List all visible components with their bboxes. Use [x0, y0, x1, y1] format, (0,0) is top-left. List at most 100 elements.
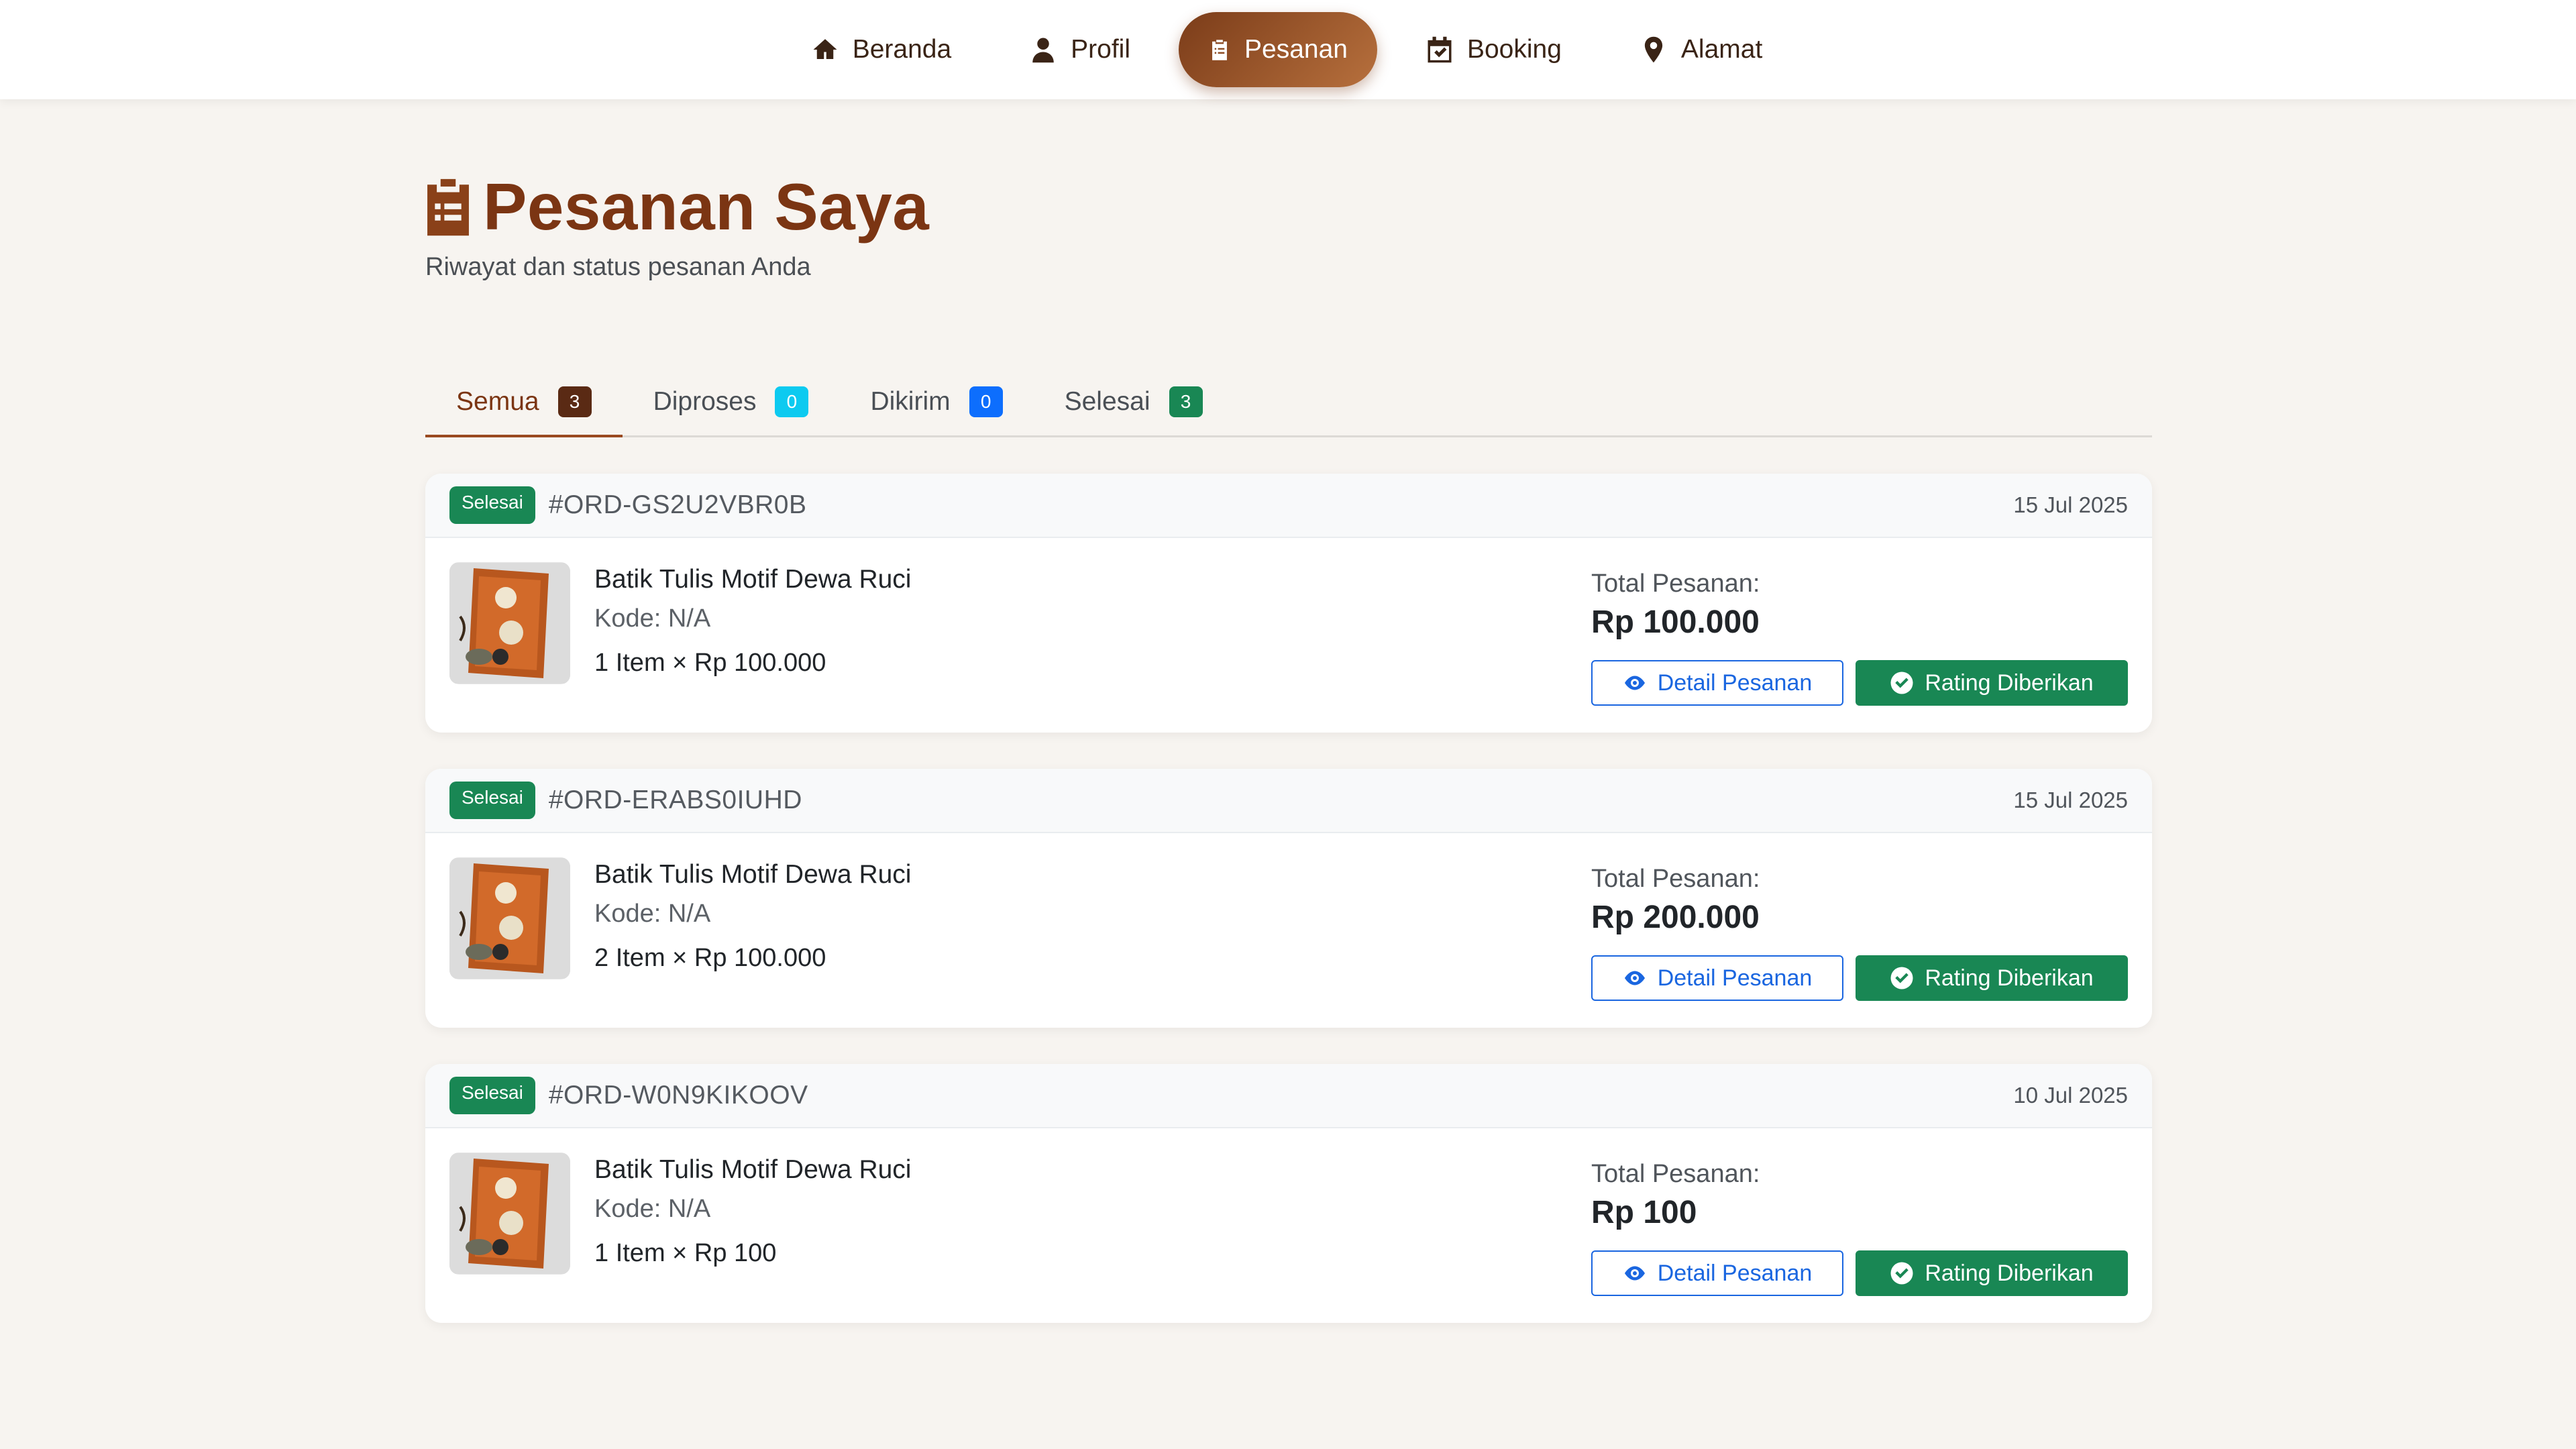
tab-dikirim[interactable]: Dikirim 0	[839, 368, 1033, 435]
rating-given-button[interactable]: Rating Diberikan	[1856, 955, 2128, 1001]
order-date: 15 Jul 2025	[2013, 788, 2128, 812]
total-label: Total Pesanan:	[1591, 570, 1760, 598]
product-info: Batik Tulis Motif Dewa Ruci Kode: N/A 1 …	[594, 562, 911, 708]
detail-order-label: Detail Pesanan	[1657, 669, 1813, 696]
order-actions: Detail Pesanan Rating Diberikan	[1591, 1250, 2128, 1296]
nav-item-booking[interactable]: Booking	[1396, 12, 1591, 87]
product-code: Kode: N/A	[594, 604, 711, 633]
detail-order-label: Detail Pesanan	[1657, 965, 1813, 991]
order-body: Batik Tulis Motif Dewa Ruci Kode: N/A 1 …	[425, 1128, 2152, 1323]
tab-count-badge: 3	[1169, 386, 1203, 417]
order-header: Selesai #ORD-GS2U2VBR0B 15 Jul 2025	[425, 474, 2152, 538]
eye-icon	[1624, 971, 1645, 985]
total-value: Rp 200.000	[1591, 900, 1760, 935]
product-name: Batik Tulis Motif Dewa Ruci	[594, 1155, 912, 1184]
order-header-left: Selesai #ORD-GS2U2VBR0B	[449, 486, 806, 524]
product-thumbnail[interactable]	[449, 562, 570, 684]
status-badge: Selesai	[449, 486, 535, 524]
total-value: Rp 100.000	[1591, 604, 1760, 640]
order-card: Selesai #ORD-W0N9KIKOOV 10 Jul 2025 Bati…	[425, 1064, 2152, 1323]
page-title: Pesanan Saya	[483, 170, 930, 244]
nav-item-alamat[interactable]: Alamat	[1610, 12, 1792, 87]
user-icon	[1032, 38, 1054, 63]
product-info: Batik Tulis Motif Dewa Ruci Kode: N/A 2 …	[594, 857, 911, 1004]
eye-icon	[1624, 676, 1645, 690]
order-id: #ORD-GS2U2VBR0B	[548, 490, 807, 519]
nav-item-beranda[interactable]: Beranda	[782, 12, 981, 87]
status-badge: Selesai	[449, 1077, 535, 1114]
order-header-left: Selesai #ORD-ERABS0IUHD	[449, 782, 802, 819]
rating-given-label: Rating Diberikan	[1925, 1260, 2094, 1286]
order-summary: Total Pesanan: Rp 200.000 Detail Pesanan…	[1591, 857, 2128, 1004]
product-thumbnail[interactable]	[449, 1152, 570, 1275]
tab-label: Selesai	[1064, 386, 1150, 416]
nav-item-label: Alamat	[1680, 35, 1763, 64]
total-label: Total Pesanan:	[1591, 1160, 1760, 1188]
clipboard-list-icon	[1212, 40, 1227, 60]
clipboard-list-icon	[427, 178, 469, 235]
rating-given-button[interactable]: Rating Diberikan	[1856, 1250, 2128, 1296]
order-date: 10 Jul 2025	[2013, 1083, 2128, 1108]
batik-product-image	[449, 1153, 570, 1274]
eye-icon	[1624, 1266, 1645, 1281]
order-product: Batik Tulis Motif Dewa Ruci Kode: N/A 2 …	[449, 857, 911, 1004]
detail-order-label: Detail Pesanan	[1657, 1260, 1813, 1286]
tab-count-badge: 0	[969, 386, 1003, 417]
detail-order-button[interactable]: Detail Pesanan	[1591, 1250, 1843, 1296]
nav-item-label: Pesanan	[1244, 35, 1348, 64]
order-product: Batik Tulis Motif Dewa Ruci Kode: N/A 1 …	[449, 562, 911, 708]
order-header: Selesai #ORD-W0N9KIKOOV 10 Jul 2025	[425, 1064, 2152, 1128]
tab-count-badge: 3	[557, 386, 592, 417]
page-subtitle: Riwayat dan status pesanan Anda	[425, 253, 811, 281]
batik-product-image	[449, 858, 570, 979]
product-quantity: 1 Item × Rp 100	[594, 1239, 777, 1267]
rating-given-label: Rating Diberikan	[1925, 669, 2094, 696]
order-actions: Detail Pesanan Rating Diberikan	[1591, 955, 2128, 1001]
tab-selesai[interactable]: Selesai 3	[1034, 368, 1234, 435]
batik-product-image	[449, 563, 570, 684]
tab-label: Dikirim	[870, 386, 951, 416]
order-summary: Total Pesanan: Rp 100.000 Detail Pesanan…	[1591, 562, 2128, 708]
product-thumbnail[interactable]	[449, 857, 570, 979]
order-summary: Total Pesanan: Rp 100 Detail Pesanan Rat…	[1591, 1152, 2128, 1299]
order-list: Selesai #ORD-GS2U2VBR0B 15 Jul 2025 Bati…	[425, 474, 2152, 1359]
tab-diproses[interactable]: Diproses 0	[623, 368, 840, 435]
order-body: Batik Tulis Motif Dewa Ruci Kode: N/A 2 …	[425, 833, 2152, 1028]
detail-order-button[interactable]: Detail Pesanan	[1591, 955, 1843, 1001]
order-body: Batik Tulis Motif Dewa Ruci Kode: N/A 1 …	[425, 538, 2152, 733]
map-pin-icon	[1644, 36, 1663, 63]
product-code: Kode: N/A	[594, 900, 711, 928]
calendar-check-icon	[1428, 36, 1452, 63]
check-circle-icon	[1890, 672, 1913, 694]
nav-item-pesanan[interactable]: Pesanan	[1179, 12, 1377, 87]
detail-order-button[interactable]: Detail Pesanan	[1591, 660, 1843, 706]
nav-item-label: Profil	[1071, 35, 1130, 64]
product-name: Batik Tulis Motif Dewa Ruci	[594, 565, 912, 594]
tab-label: Diproses	[653, 386, 757, 416]
order-card: Selesai #ORD-ERABS0IUHD 15 Jul 2025 Bati…	[425, 769, 2152, 1028]
check-circle-icon	[1890, 967, 1913, 989]
title-row: Pesanan Saya	[425, 169, 929, 245]
tab-label: Semua	[456, 386, 539, 416]
nav-item-label: Booking	[1466, 35, 1562, 64]
order-header: Selesai #ORD-ERABS0IUHD 15 Jul 2025	[425, 769, 2152, 833]
nav-items: Beranda Profil Pesanan Booking Alamat	[782, 12, 1792, 87]
total-label: Total Pesanan:	[1591, 865, 1760, 893]
nav-item-label: Beranda	[852, 35, 952, 64]
check-circle-icon	[1890, 1262, 1913, 1285]
top-navbar: Beranda Profil Pesanan Booking Alamat	[0, 0, 2576, 99]
order-id: #ORD-W0N9KIKOOV	[548, 1081, 808, 1110]
tab-count-badge: 0	[775, 386, 809, 417]
product-name: Batik Tulis Motif Dewa Ruci	[594, 860, 912, 889]
order-status-tabs: Semua 3 Diproses 0 Dikirim 0 Selesai 3	[425, 368, 2152, 437]
nav-item-profil[interactable]: Profil	[1000, 12, 1160, 87]
order-header-left: Selesai #ORD-W0N9KIKOOV	[449, 1077, 808, 1114]
page-header: Pesanan Saya Riwayat dan status pesanan …	[425, 169, 929, 282]
order-actions: Detail Pesanan Rating Diberikan	[1591, 660, 2128, 706]
order-date: 15 Jul 2025	[2013, 492, 2128, 517]
product-code: Kode: N/A	[594, 1195, 711, 1223]
rating-given-button[interactable]: Rating Diberikan	[1856, 660, 2128, 706]
rating-given-label: Rating Diberikan	[1925, 965, 2094, 991]
order-id: #ORD-ERABS0IUHD	[548, 786, 802, 814]
tab-semua[interactable]: Semua 3	[425, 368, 623, 437]
